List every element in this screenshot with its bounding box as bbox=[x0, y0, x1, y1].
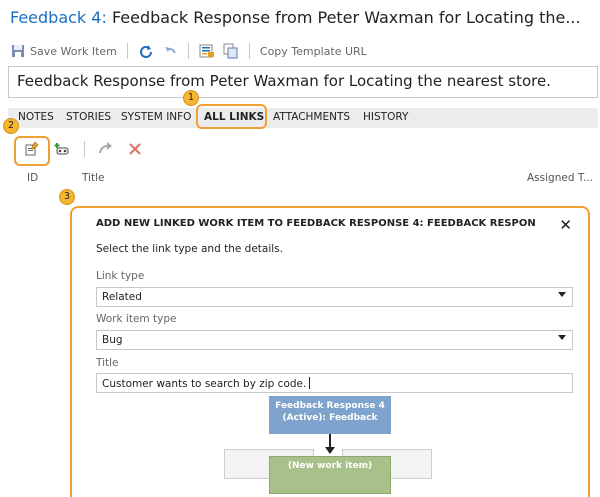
dialog-instruction: Select the link type and the details. bbox=[96, 243, 283, 255]
window-title: Feedback 4: Feedback Response from Peter… bbox=[10, 8, 581, 27]
link-type-select[interactable]: Related bbox=[96, 287, 573, 307]
title-input-value: Customer wants to search by zip code. bbox=[102, 378, 307, 390]
title-input[interactable]: Customer wants to search by zip code. bbox=[96, 373, 573, 393]
new-linked-item-icon[interactable] bbox=[24, 141, 40, 157]
tab-strip: NOTES STORIES SYSTEM INFO ALL LINKS ATTA… bbox=[8, 108, 598, 128]
column-header-assigned-to[interactable]: Assigned T... bbox=[527, 172, 593, 184]
tab-attachments[interactable]: ATTACHMENTS bbox=[273, 111, 350, 123]
copy-template-url-button[interactable]: Copy Template URL bbox=[260, 45, 367, 58]
callout-3: 3 bbox=[59, 189, 75, 205]
save-work-item-label: Save Work Item bbox=[30, 44, 117, 58]
save-work-item-button[interactable]: Save Work Item bbox=[10, 43, 117, 59]
tab-stories[interactable]: STORIES bbox=[66, 111, 111, 123]
work-item-type-label: Work item type bbox=[96, 313, 177, 325]
work-item-type-value: Bug bbox=[102, 334, 123, 346]
open-icon[interactable] bbox=[97, 141, 113, 157]
toolbar-divider bbox=[187, 43, 189, 59]
toolbar-divider bbox=[126, 43, 128, 59]
tab-notes[interactable]: NOTES bbox=[18, 111, 54, 123]
title-field[interactable]: Feedback Response from Peter Waxman for … bbox=[8, 66, 598, 98]
save-icon bbox=[10, 43, 26, 59]
callout-2: 2 bbox=[3, 118, 19, 134]
all-links-highlight bbox=[196, 104, 267, 129]
text-cursor bbox=[309, 377, 311, 389]
add-linked-item-dialog: ADD NEW LINKED WORK ITEM TO FEEDBACK RES… bbox=[70, 206, 590, 497]
title-colon: : bbox=[101, 8, 107, 27]
link-type-value: Related bbox=[102, 291, 142, 303]
delete-icon[interactable] bbox=[127, 141, 143, 157]
callout-1: 1 bbox=[183, 90, 199, 106]
tab-history[interactable]: HISTORY bbox=[363, 111, 408, 123]
work-item-title: Feedback Response from Peter Waxman for … bbox=[111, 8, 581, 27]
source-node-line2: (Active): Feedback bbox=[282, 413, 378, 423]
chevron-down-icon bbox=[558, 335, 566, 340]
source-node-line1: Feedback Response 4 bbox=[275, 401, 385, 411]
link-existing-icon[interactable] bbox=[54, 141, 70, 157]
close-icon[interactable]: ✕ bbox=[559, 216, 572, 234]
links-toolbar-divider bbox=[84, 141, 85, 157]
copy-icon[interactable] bbox=[223, 43, 239, 59]
arrow-down-icon bbox=[325, 447, 335, 454]
dialog-title: ADD NEW LINKED WORK ITEM TO FEEDBACK RES… bbox=[96, 218, 536, 229]
links-toolbar bbox=[18, 138, 157, 160]
new-work-item-node: (New work item) bbox=[269, 456, 391, 494]
column-header-title[interactable]: Title bbox=[82, 172, 105, 184]
toolbar-divider bbox=[248, 43, 250, 59]
work-item-type-select[interactable]: Bug bbox=[96, 330, 573, 350]
tab-system-info[interactable]: SYSTEM INFO bbox=[121, 111, 191, 123]
column-header-id[interactable]: ID bbox=[27, 172, 38, 184]
undo-icon[interactable] bbox=[162, 43, 178, 59]
title-label: Title bbox=[96, 357, 119, 369]
chevron-down-icon bbox=[558, 292, 566, 297]
main-toolbar: Save Work Item Copy Template URL bbox=[10, 42, 367, 60]
email-icon[interactable] bbox=[199, 43, 215, 59]
work-item-link[interactable]: Feedback 4 bbox=[10, 8, 101, 27]
link-type-label: Link type bbox=[96, 270, 145, 282]
source-work-item-node: Feedback Response 4 (Active): Feedback bbox=[269, 396, 391, 434]
refresh-icon[interactable] bbox=[138, 43, 154, 59]
